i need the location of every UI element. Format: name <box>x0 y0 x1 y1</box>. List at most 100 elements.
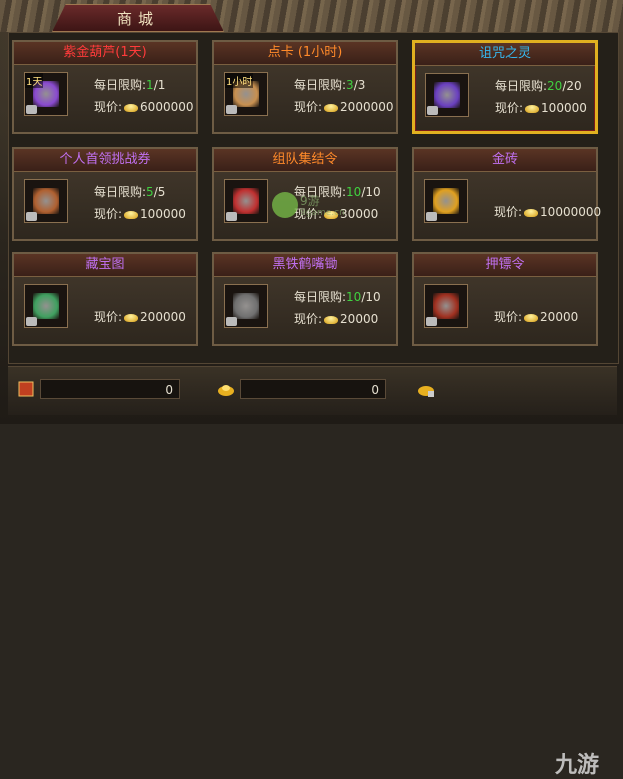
item-name: 组队集结令 <box>214 149 396 172</box>
gold-ingot-icon <box>524 313 539 322</box>
price-label: 现价: <box>94 100 123 114</box>
gold-currency-field: 0 <box>240 379 386 399</box>
currency-bar: 0 0 九游 <box>8 366 617 778</box>
price-value: 30000 <box>340 207 379 221</box>
item-icon[interactable]: 1小时 <box>224 72 268 116</box>
daily-limit-label: 每日限购: <box>294 78 347 92</box>
item-duration-tag: 1小时 <box>225 73 254 88</box>
daily-limit: 每日限购:1/1 <box>94 78 166 92</box>
lock-icon <box>226 317 237 326</box>
price-label: 现价: <box>494 205 523 219</box>
item-art-icon <box>233 293 259 319</box>
lock-icon <box>427 106 438 115</box>
price-value: 20000 <box>340 312 379 326</box>
daily-limit-label: 每日限购: <box>495 79 548 93</box>
price: 现价: 20000 <box>294 310 378 327</box>
shop-item-card[interactable]: 黑铁鹤嘴锄每日限购:10/10 现价: 20000 <box>212 252 398 346</box>
gold-ingot-icon <box>218 385 234 396</box>
limit-used: 10 <box>346 185 362 199</box>
shop-item-card[interactable]: 藏宝图 现价: 200000 <box>12 252 198 346</box>
price-value: 100000 <box>140 207 186 221</box>
item-art-icon <box>433 293 459 319</box>
price: 现价: 6000000 <box>94 98 194 115</box>
item-name: 点卡 (1小时) <box>214 42 396 65</box>
limit-used: 1 <box>146 78 154 92</box>
lock-icon <box>426 212 437 221</box>
gold-ingot-icon <box>124 210 139 219</box>
item-name: 个人首领挑战券 <box>14 149 196 172</box>
watermark-subtext: 9game.cn <box>300 208 345 218</box>
daily-limit-label: 每日限购: <box>94 185 147 199</box>
locked-ingot-icon <box>418 386 434 397</box>
lock-icon <box>226 105 237 114</box>
lock-icon <box>26 317 37 326</box>
price-value: 100000 <box>541 101 587 115</box>
item-icon[interactable] <box>224 179 268 223</box>
item-icon[interactable] <box>424 284 468 328</box>
item-icon[interactable] <box>224 284 268 328</box>
item-name: 诅咒之灵 <box>415 43 595 66</box>
item-icon[interactable] <box>24 284 68 328</box>
lock-icon <box>426 317 437 326</box>
lock-icon <box>226 212 237 221</box>
price: 现价: 20000 <box>494 308 578 325</box>
shop-item-card[interactable]: 押镖令现价: 20000 <box>412 252 598 346</box>
watermark-text: 9游 <box>300 194 320 208</box>
price-value: 2000000 <box>340 100 394 114</box>
price-label: 现价: <box>294 312 323 326</box>
shop-item-card[interactable]: 金砖现价: 10000000 <box>412 147 602 241</box>
limit-total: 5 <box>157 185 166 199</box>
shop-item-card[interactable]: 点卡 (1小时) 1小时 每日限购:3/3 现价: 2000000 <box>212 40 398 134</box>
price: 现价: 100000 <box>94 205 186 222</box>
item-art-icon <box>33 293 59 319</box>
item-icon[interactable] <box>424 179 468 223</box>
corner-watermark: 九游 <box>554 753 599 778</box>
gold-ingot-icon <box>524 208 539 217</box>
limit-used: 20 <box>547 79 563 93</box>
lock-icon <box>26 105 37 114</box>
gold-ingot-icon <box>124 313 139 322</box>
price: 现价: 100000 <box>495 99 587 116</box>
shop-item-card[interactable]: 个人首领挑战券每日限购:5/5 现价: 100000 <box>12 147 198 241</box>
lock-icon <box>26 212 37 221</box>
daily-limit-label: 每日限购: <box>294 290 347 304</box>
price-label: 现价: <box>494 310 523 324</box>
limit-total: 3 <box>357 78 366 92</box>
price-label: 现价: <box>294 100 323 114</box>
gold-ingot-icon <box>124 103 139 112</box>
daily-limit: 每日限购:5/5 <box>94 185 166 199</box>
daily-limit: 每日限购:10/10 <box>294 290 381 304</box>
gold-ingot-icon <box>324 103 339 112</box>
book-icon <box>18 381 34 397</box>
price: 现价: 2000000 <box>294 98 394 115</box>
gold-ingot-icon <box>525 104 540 113</box>
daily-limit-label: 每日限购: <box>94 78 147 92</box>
price-label: 现价: <box>495 101 524 115</box>
item-art-icon <box>433 188 459 214</box>
item-name: 黑铁鹤嘴锄 <box>214 254 396 277</box>
item-icon[interactable] <box>425 73 469 117</box>
item-name: 金砖 <box>414 149 596 172</box>
item-name: 押镖令 <box>414 254 596 277</box>
limit-total: 1 <box>157 78 166 92</box>
window-title: 商城 <box>52 4 224 32</box>
item-art-icon <box>33 188 59 214</box>
item-art-icon <box>233 188 259 214</box>
gold-ingot-icon <box>324 315 339 324</box>
limit-total: 20 <box>566 79 582 93</box>
item-art-icon <box>434 82 460 108</box>
item-icon[interactable]: 1天 <box>24 72 68 116</box>
price-label: 现价: <box>94 207 123 221</box>
price-value: 6000000 <box>140 100 194 114</box>
price-value: 10000000 <box>540 205 602 219</box>
limit-used: 5 <box>146 185 154 199</box>
book-currency-field: 0 <box>40 379 180 399</box>
price-value: 20000 <box>540 310 579 324</box>
price-value: 200000 <box>140 310 186 324</box>
price-label: 现价: <box>94 310 123 324</box>
shop-item-card[interactable]: 紫金葫芦(1天) 1天 每日限购:1/1 现价: 6000000 <box>12 40 198 134</box>
limit-used: 10 <box>346 290 362 304</box>
daily-limit: 每日限购:3/3 <box>294 78 366 92</box>
shop-item-card[interactable]: 诅咒之灵 每日限购:20/20 现价: 100000 <box>412 40 598 134</box>
item-icon[interactable] <box>24 179 68 223</box>
